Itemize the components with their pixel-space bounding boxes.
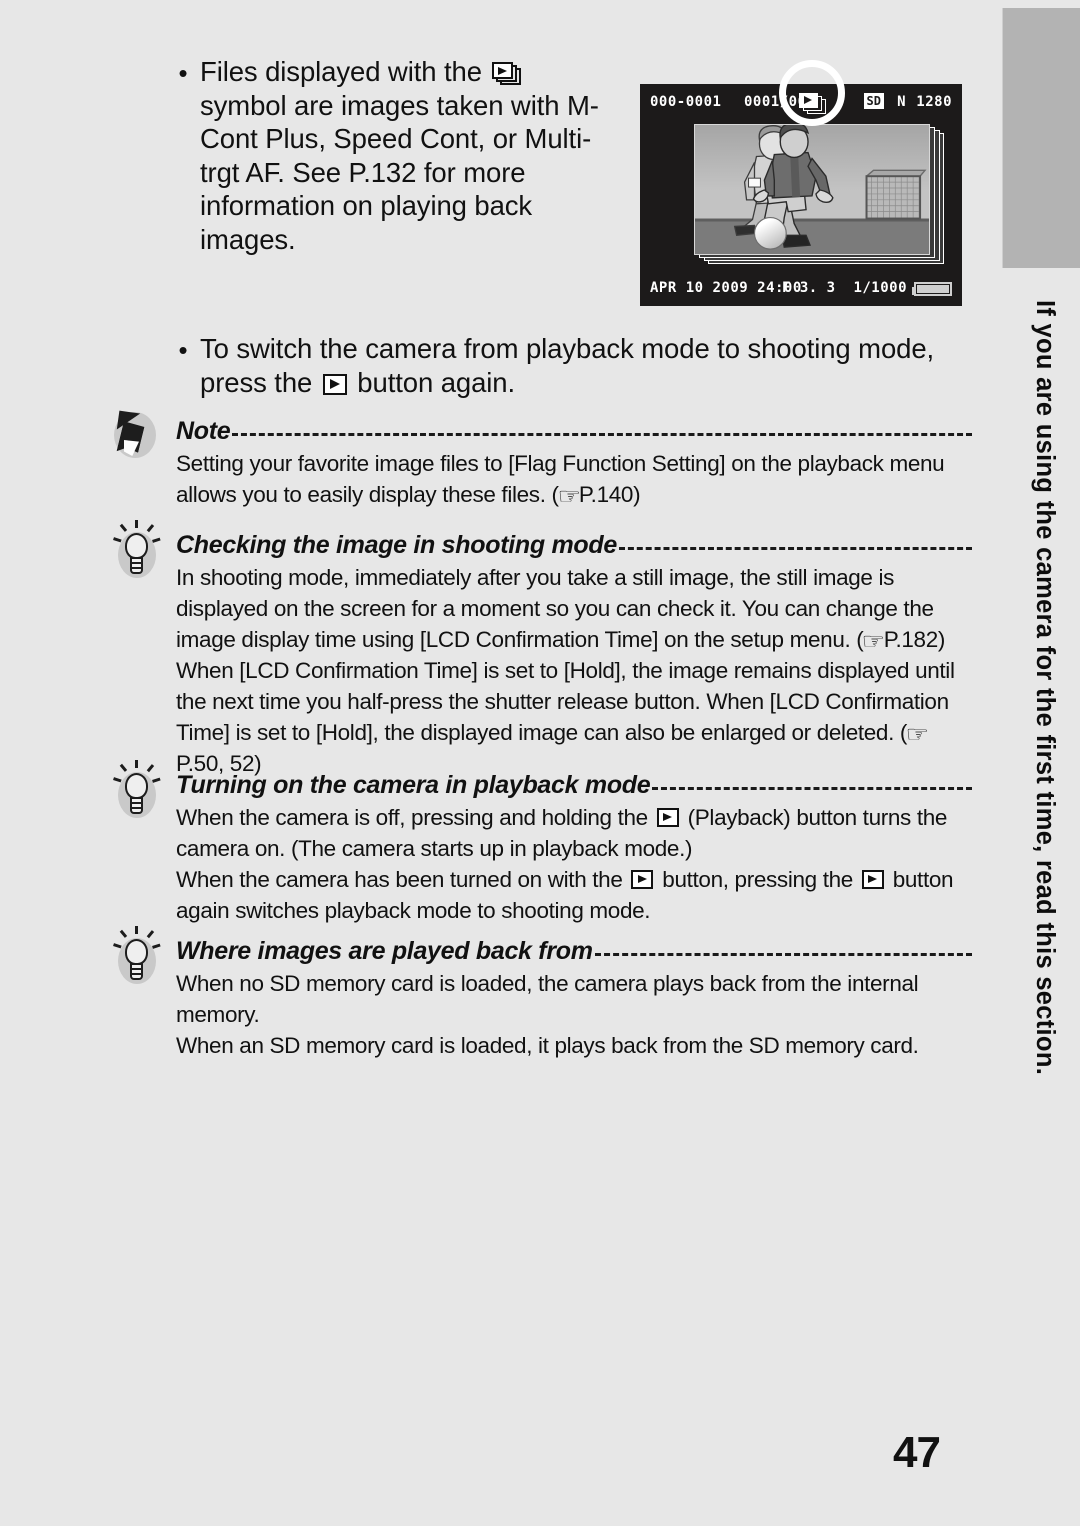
where-played-back-block: Where images are played back from When n… bbox=[112, 926, 972, 1061]
side-tab: If you are using the camera for the firs… bbox=[1000, 0, 1080, 1526]
checking-image-header: Checking the image in shooting mode bbox=[112, 520, 972, 578]
highlight-ring-annotation bbox=[779, 60, 845, 126]
page-number: 47 bbox=[893, 1428, 941, 1477]
checking-text-2a: When [LCD Confirmation Time] is set to [… bbox=[176, 658, 955, 745]
lcd-quality-indicator: N bbox=[897, 94, 906, 110]
bullet-text-part-2: symbol are images taken with M-Cont Plus… bbox=[200, 89, 599, 255]
where-played-back-body: When no SD memory card is loaded, the ca… bbox=[112, 968, 972, 1061]
side-tab-marker bbox=[1002, 8, 1080, 268]
lightbulb-icon bbox=[112, 520, 164, 580]
where-played-back-rule bbox=[594, 952, 972, 956]
lcd-sd-card-badge: SD bbox=[863, 93, 884, 109]
turning-text-2b: button, pressing the bbox=[656, 867, 859, 892]
battery-icon bbox=[912, 282, 952, 296]
lcd-shutter-speed: 1/1000 bbox=[853, 280, 908, 296]
turning-on-paragraph-1: When the camera is off, pressing and hol… bbox=[176, 802, 972, 864]
bullet-text: Files displayed with the symbol are imag… bbox=[200, 55, 616, 256]
where-played-back-title: Where images are played back from bbox=[176, 936, 593, 965]
note-paragraph: Setting your favorite image files to [Fl… bbox=[176, 448, 972, 510]
side-tab-label: If you are using the camera for the firs… bbox=[1030, 300, 1059, 1076]
turning-on-header: Turning on the camera in playback mode bbox=[112, 760, 972, 818]
bullet-text-part-2: button again. bbox=[349, 366, 516, 398]
pointing-hand-icon: ☞ bbox=[861, 629, 886, 655]
bullet-item-files-displayed: • Files displayed with the symbol are im… bbox=[166, 55, 616, 256]
note-block-title: Note bbox=[176, 416, 231, 445]
stacked-play-icon bbox=[491, 61, 522, 85]
lcd-pixel-count: 1280 bbox=[916, 94, 952, 110]
checking-image-paragraph-1: In shooting mode, immediately after you … bbox=[176, 562, 972, 655]
bullet-text: To switch the camera from playback mode … bbox=[200, 332, 966, 399]
checking-image-body: In shooting mode, immediately after you … bbox=[112, 562, 972, 779]
checking-image-block: Checking the image in shooting mode In s… bbox=[112, 520, 972, 779]
note-block-body: Setting your favorite image files to [Fl… bbox=[112, 448, 972, 510]
camera-lcd-screenshot: 000-0001 0001/000 SD N 1280 APR 10 2009 … bbox=[640, 60, 962, 306]
turning-on-rule bbox=[652, 786, 972, 790]
note-block-rule bbox=[232, 432, 972, 436]
lightbulb-icon bbox=[112, 926, 164, 986]
where-played-back-header: Where images are played back from bbox=[112, 926, 972, 984]
lcd-date-time: APR 10 2009 24:00 bbox=[650, 280, 802, 296]
lcd-file-number: 000-0001 bbox=[650, 94, 722, 110]
where-paragraph-2: When an SD memory card is loaded, it pla… bbox=[176, 1033, 919, 1058]
bullet-text-part-1: Files displayed with the bbox=[200, 56, 490, 87]
lcd-aperture: F 3. 3 bbox=[782, 280, 836, 296]
turning-on-body: When the camera is off, pressing and hol… bbox=[112, 802, 972, 926]
turning-on-paragraph-2: When the camera has been turned on with … bbox=[176, 864, 972, 926]
lightbulb-icon bbox=[112, 760, 164, 820]
bullet-item-switch-mode: • To switch the camera from playback mod… bbox=[166, 332, 966, 399]
checking-image-rule bbox=[618, 546, 972, 550]
bullet-marker: • bbox=[178, 58, 188, 88]
turning-text-2a: When the camera has been turned on with … bbox=[176, 867, 629, 892]
play-button-icon bbox=[656, 808, 679, 827]
side-tab-text: If you are using the camera for the firs… bbox=[1014, 300, 1074, 1200]
play-button-icon bbox=[631, 870, 654, 889]
note-icon bbox=[112, 410, 158, 460]
lcd-photo-stack bbox=[694, 124, 944, 264]
checking-text-1b: P.182) bbox=[883, 627, 946, 652]
play-button-icon bbox=[861, 870, 884, 889]
lcd-bottom-info-bar: APR 10 2009 24:00 F 3. 3 1/1000 bbox=[640, 272, 962, 306]
note-block: Note Setting your favorite image files t… bbox=[112, 410, 972, 510]
pointing-hand-icon: ☞ bbox=[905, 722, 930, 748]
page-content: • Files displayed with the symbol are im… bbox=[0, 0, 985, 1526]
lcd-photo-soccer-players bbox=[694, 124, 930, 255]
bullet-text-part-1: To switch the camera from playback mode … bbox=[200, 333, 935, 398]
lcd-exposure-info: F 3. 3 1/1000 bbox=[782, 280, 907, 296]
bullet-marker: • bbox=[178, 335, 188, 365]
note-text-b: P.140) bbox=[578, 482, 641, 507]
turning-on-title: Turning on the camera in playback mode bbox=[176, 770, 651, 799]
turning-on-block: Turning on the camera in playback mode W… bbox=[112, 760, 972, 926]
checking-image-title: Checking the image in shooting mode bbox=[176, 530, 617, 559]
soccer-illustration bbox=[695, 125, 929, 254]
turning-text-1a: When the camera is off, pressing and hol… bbox=[176, 805, 654, 830]
note-block-header: Note bbox=[112, 410, 972, 458]
checking-text-1a: In shooting mode, immediately after you … bbox=[176, 565, 934, 652]
play-button-icon bbox=[322, 373, 347, 395]
where-paragraph-1: When no SD memory card is loaded, the ca… bbox=[176, 971, 919, 1027]
pointing-hand-icon: ☞ bbox=[557, 484, 581, 510]
checking-image-paragraph-2: When [LCD Confirmation Time] is set to [… bbox=[176, 655, 972, 779]
